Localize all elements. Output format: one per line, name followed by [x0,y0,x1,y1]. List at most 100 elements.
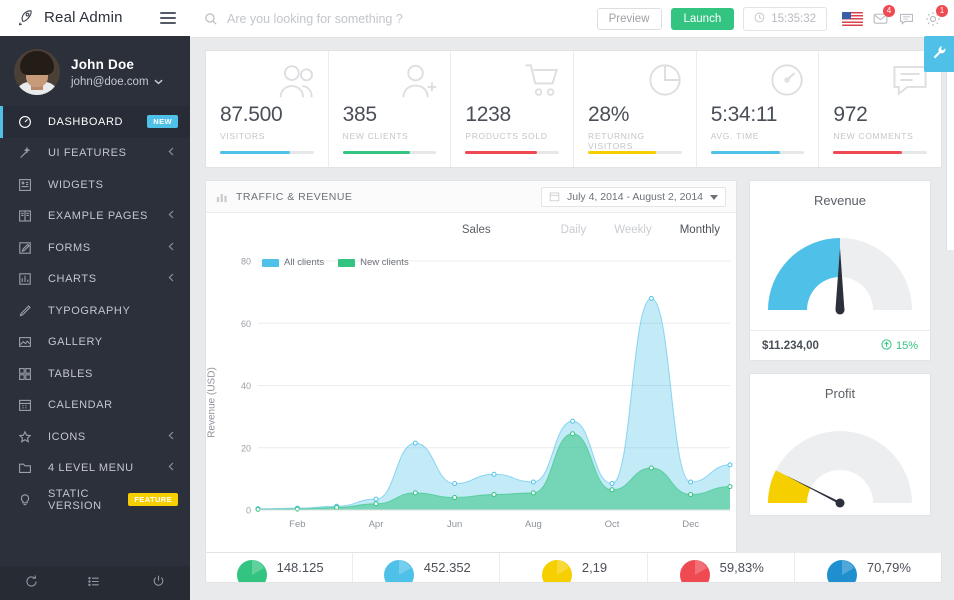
folder-icon [18,461,36,475]
stat-value: 87.500 [220,103,283,126]
donut-chart-icon [235,553,269,582]
legend-item-all-clients[interactable]: All clients [262,257,324,268]
chevron-down-icon [153,76,163,88]
area-chart: Revenue (USD) All clients New clients 0 2… [206,247,736,552]
chevron-left-icon [168,462,174,474]
sales-label: Sales [461,224,491,236]
admin-dashboard: Real Admin Preview Launch 15:35:32 [0,0,954,600]
chevron-left-icon [168,242,174,254]
stat-value: 28% [588,103,630,126]
sidebar-item-label: CALENDAR [48,399,113,412]
clock-time: 15:35:32 [771,12,816,25]
stat-card: 5:34:11 AVG. TIME [697,51,820,167]
preview-button[interactable]: Preview [596,7,662,30]
sidebar-item-typography[interactable]: TYPOGRAPHY [0,295,190,327]
sidebar: John Doe john@doe.com DASHBOARD NEW UI FEA… [0,38,190,600]
launch-button[interactable]: Launch [670,7,735,30]
settings-badge: 1 [936,4,948,17]
envelope-icon[interactable]: 4 [872,5,895,27]
tab-weekly[interactable]: Weekly [614,224,652,236]
sidebar-item-example-pages[interactable]: EXAMPLE PAGES [0,201,190,233]
sidebar-item-label: FORMS [48,241,91,254]
stat-progress-bar [342,151,437,154]
table-icon [18,367,36,381]
tab-monthly[interactable]: Monthly [680,224,720,236]
stat-progress-bar [465,151,560,154]
refresh-icon[interactable] [24,574,39,592]
stat-value: 5:34:11 [710,103,778,126]
profit-gauge [768,431,912,508]
profile-email-row[interactable]: john@doe.com [71,76,163,88]
legend-swatch [262,258,279,267]
brand-area[interactable]: Real Admin [0,0,190,38]
power-icon[interactable] [151,574,166,592]
chart-legend: All clients New clients [262,257,409,268]
magic-icon [18,146,36,160]
lightbulb-icon [18,493,36,507]
date-range-picker[interactable]: July 4, 2014 - August 2, 2014 [540,186,726,207]
svg-text:Dec: Dec [682,519,699,530]
right-panel-edge [946,72,954,250]
gear-icon[interactable]: 1 [924,4,948,28]
list-icon[interactable] [87,574,102,592]
sidebar-item-static-version[interactable]: STATIC VERSION FEATURE [0,484,190,516]
sidebar-item-tables[interactable]: TABLES [0,358,190,390]
clock-icon [754,12,765,26]
stat-card: 87.500 VISITORS [206,51,329,167]
donut-stat: 70,79% [795,553,941,582]
comment-icon[interactable] [898,10,915,27]
chevron-left-icon [168,147,174,159]
sidebar-item-4-level-menu[interactable]: 4 LEVEL MENU [0,453,190,485]
svg-text:Jun: Jun [447,519,462,530]
donut-chart-icon [382,553,416,582]
chevron-left-icon [168,431,174,443]
stats-row: 87.500 VISITORS 385 NEW CLIENTS 1238 PRODUCTS… [205,50,942,168]
svg-text:40: 40 [241,381,251,391]
sidebar-item-ui-features[interactable]: UI FEATURES [0,138,190,170]
stat-label: PRODUCTS SOLD [465,131,548,141]
sidebar-item-label: ICONS [48,430,86,443]
panel-header: TRAFFIC & REVENUE July 4, 2014 - August … [206,181,736,213]
legend-item-new-clients[interactable]: New clients [338,257,409,268]
date-range-value: July 4, 2014 - August 2, 2014 [566,190,703,203]
brand-title: Real Admin [44,9,123,26]
profit-gauge-panel: Profit [749,373,931,516]
sidebar-item-label: UI FEATURES [48,147,127,160]
profile-area[interactable]: John Doe john@doe.com [0,38,190,106]
sidebar-item-icons[interactable]: ICONS [0,421,190,453]
widgets-icon [18,178,36,192]
search-input[interactable] [227,11,557,26]
revenue-gauge-footer: $11.234,00 15% [750,330,930,360]
settings-panel-toggle[interactable] [924,36,954,72]
donut-stat: 148.125 [206,553,354,582]
profit-gauge-title: Profit [824,386,856,401]
stat-label: VISITORS [220,131,266,141]
revenue-gauge-title: Revenue [813,193,867,208]
sidebar-badge-feature: FEATURE [128,493,178,507]
hamburger-icon[interactable] [160,11,176,24]
panel-title: TRAFFIC & REVENUE [236,190,353,203]
donut-chart-icon [540,553,574,582]
tab-daily[interactable]: Daily [561,224,587,236]
sidebar-item-charts[interactable]: CHARTS [0,264,190,296]
sidebar-item-widgets[interactable]: WIDGETS [0,169,190,201]
donut-value: 148.125 [276,560,324,575]
stat-progress-bar [588,151,682,154]
sidebar-item-forms[interactable]: FORMS [0,232,190,264]
svg-text:60: 60 [241,319,251,329]
caret-down-icon [710,191,718,203]
stat-label: NEW COMMENTS [833,131,914,141]
sidebar-item-dashboard[interactable]: DASHBOARD NEW [0,106,190,138]
bar-chart-icon [18,272,36,286]
stat-card: 1238 PRODUCTS SOLD [451,51,575,167]
us-flag-icon[interactable] [842,11,863,26]
form-icon [18,241,36,255]
users-icon [278,61,316,102]
stat-value: 972 [833,103,868,126]
sidebar-item-calendar[interactable]: CALENDAR [0,390,190,422]
svg-text:Apr: Apr [369,519,384,530]
chart-canvas: 0 20 40 60 80 Feb Apr Jun Aug Oct Dec [241,257,733,530]
sidebar-item-label: TYPOGRAPHY [48,304,131,317]
stat-card: 972 NEW COMMENTS [819,51,941,167]
sidebar-item-gallery[interactable]: GALLERY [0,327,190,359]
